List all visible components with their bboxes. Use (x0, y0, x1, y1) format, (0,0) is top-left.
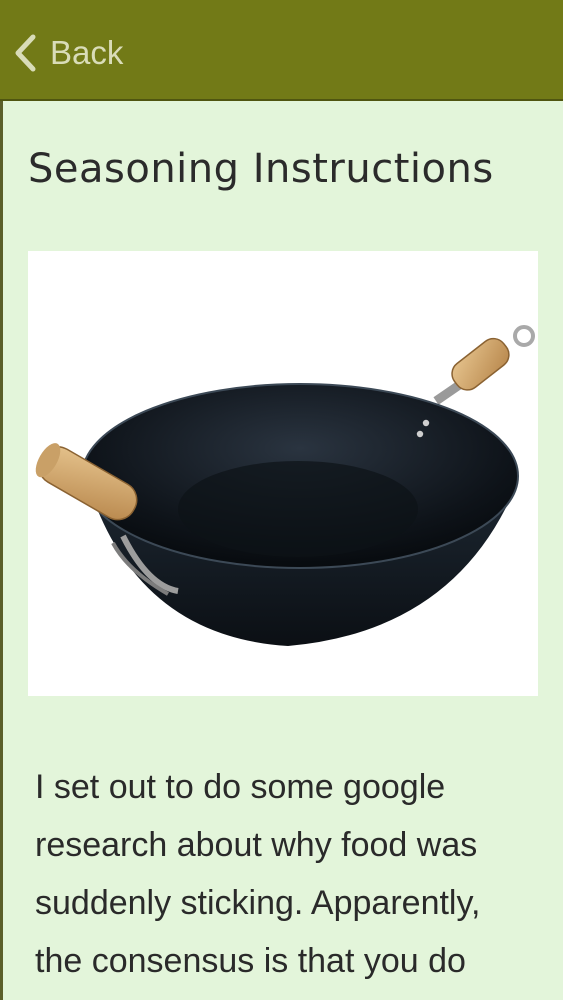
top-app-bar: Back (0, 0, 563, 101)
article-image (28, 251, 538, 696)
chevron-left-icon (15, 34, 36, 72)
page-title: Seasoning Instructions (28, 146, 494, 192)
wok-image (35, 325, 535, 646)
back-button[interactable]: Back (12, 28, 123, 78)
article-body: I set out to do some google research abo… (35, 768, 481, 980)
back-label: Back (50, 34, 124, 71)
left-edge-divider (0, 101, 3, 1000)
